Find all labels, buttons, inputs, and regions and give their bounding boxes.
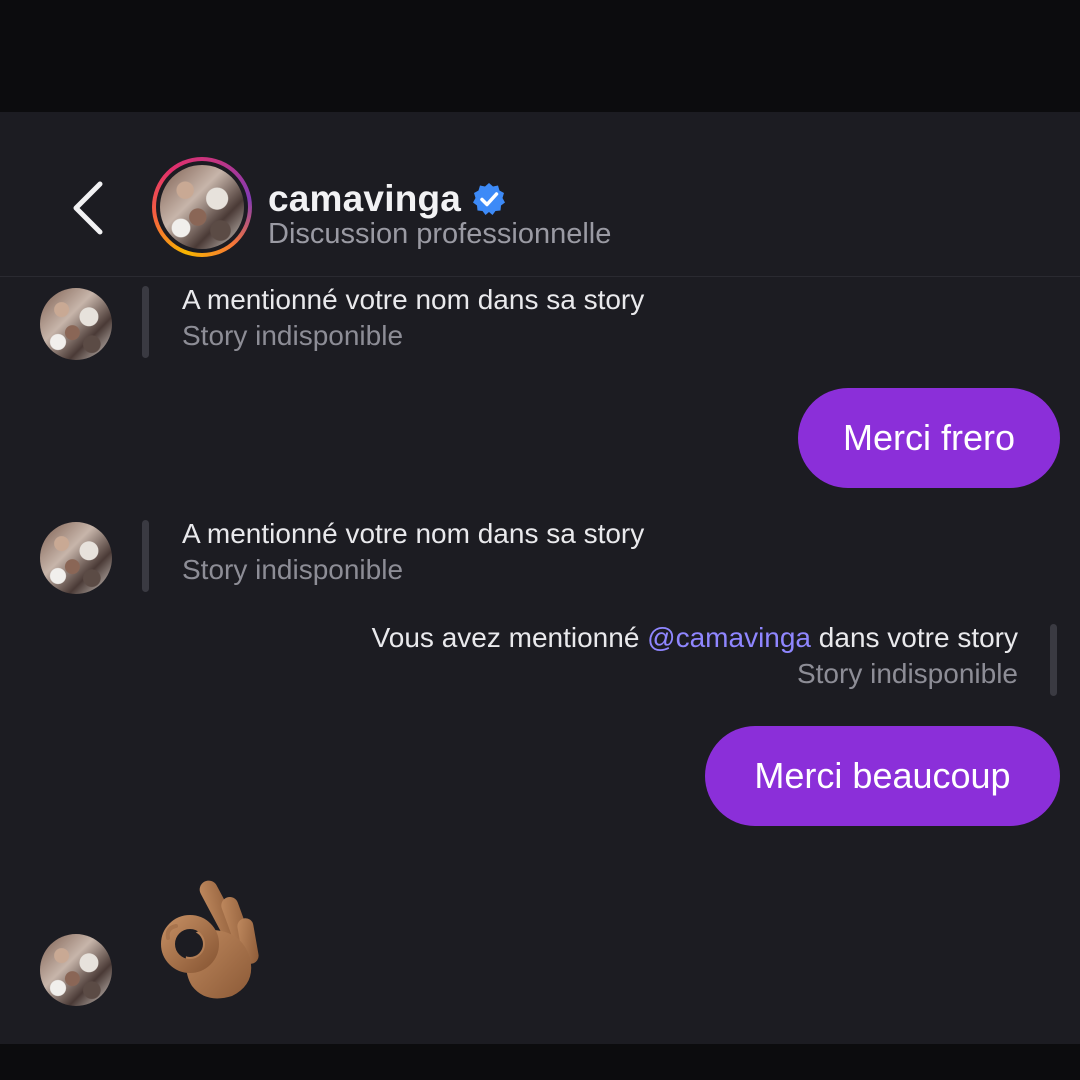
sender-avatar[interactable]	[40, 522, 112, 594]
story-unavailable-text: Story indisponible	[796, 658, 1018, 689]
message-text: Merci frero	[842, 417, 1016, 458]
avatar	[160, 165, 244, 249]
username: camavinga	[268, 178, 462, 219]
story-mention-text: A mentionné votre nom dans sa story	[182, 284, 645, 315]
story-unavailable-text: Story indisponible	[182, 320, 404, 351]
sender-avatar[interactable]	[40, 934, 112, 1006]
story-reply-bar	[1050, 624, 1057, 696]
profile-avatar-ring[interactable]	[152, 157, 252, 257]
message-text: Merci beaucoup	[754, 755, 1011, 796]
verified-badge-icon	[473, 183, 506, 215]
chat-title[interactable]: camavinga	[268, 178, 507, 220]
back-button[interactable]	[66, 178, 114, 238]
story-unavailable-text: Story indisponible	[182, 554, 404, 585]
chat-screen: camavinga Discussion professionnelle A m…	[0, 112, 1080, 1044]
story-reply-bar	[142, 286, 149, 358]
sent-message-bubble[interactable]: Merci frero	[798, 388, 1060, 488]
story-reply-bar	[142, 520, 149, 592]
sender-avatar[interactable]	[40, 288, 112, 360]
sent-message-bubble[interactable]: Merci beaucoup	[705, 726, 1060, 826]
ok-hand-icon[interactable]	[158, 872, 266, 1004]
story-mention-text: A mentionné votre nom dans sa story	[182, 518, 645, 549]
home-indicator-area	[0, 1044, 1080, 1080]
account-type-label: Discussion professionnelle	[268, 218, 612, 250]
mention-link[interactable]: @camavinga	[647, 622, 811, 653]
sent-story-mention-text: Vous avez mentionné @camavinga dans votr…	[371, 622, 1018, 653]
chevron-left-icon	[73, 181, 103, 235]
chat-header: camavinga Discussion professionnelle	[0, 112, 1080, 277]
